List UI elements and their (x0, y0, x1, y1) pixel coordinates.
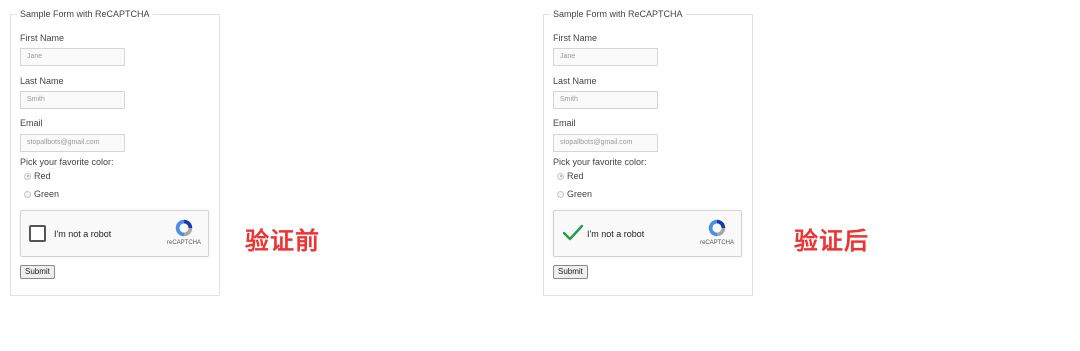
recaptcha-label: I'm not a robot (54, 229, 112, 239)
recaptcha-widget: I'm not a robot reCAPTCHA (20, 210, 209, 257)
caption-before: 验证前 (245, 227, 320, 255)
last-name-label: Last Name (20, 76, 64, 86)
submit-button[interactable]: Submit (553, 265, 588, 279)
last-name-input[interactable]: Smith (20, 91, 125, 109)
color-prompt: Pick your favorite color: (20, 157, 114, 167)
recaptcha-label: I'm not a robot (587, 229, 645, 239)
first-name-label: First Name (20, 33, 65, 43)
radio-green-label: Green (34, 189, 60, 199)
radio-red-label: Red (567, 171, 584, 181)
recaptcha-logo-icon (708, 219, 726, 237)
radio-red-button[interactable] (24, 172, 31, 180)
radio-green[interactable]: Green (557, 189, 592, 199)
radio-red-label: Red (34, 171, 51, 181)
recaptcha-checkbox[interactable] (29, 225, 46, 242)
email-label: Email (553, 118, 576, 128)
first-name-input[interactable]: Jane (553, 48, 658, 66)
recaptcha-brand: reCAPTCHA (700, 240, 735, 246)
first-name-input[interactable]: Jane (20, 48, 125, 66)
radio-red[interactable]: Red (24, 171, 51, 181)
recaptcha-widget: I'm not a robot reCAPTCHA (553, 210, 742, 257)
submit-button[interactable]: Submit (20, 265, 55, 279)
first-name-label: First Name (553, 33, 598, 43)
radio-green[interactable]: Green (24, 189, 59, 199)
email-input[interactable]: stopallbots@gmail.com (20, 134, 125, 152)
email-input[interactable]: stopallbots@gmail.com (553, 134, 658, 152)
panel-before: Sample Form with ReCAPTCHA First Name Ja… (0, 0, 540, 351)
check-icon[interactable] (562, 223, 584, 243)
radio-green-label: Green (567, 189, 593, 199)
last-name-input[interactable]: Smith (553, 91, 658, 109)
email-label: Email (20, 118, 43, 128)
recaptcha-brand: reCAPTCHA (167, 240, 202, 246)
radio-red[interactable]: Red (557, 171, 584, 181)
form-legend: Sample Form with ReCAPTCHA (553, 9, 683, 19)
panel-after: Sample Form with ReCAPTCHA First Name Ja… (533, 0, 1073, 351)
recaptcha-logo-icon (175, 219, 193, 237)
last-name-label: Last Name (553, 76, 597, 86)
radio-red-button[interactable] (557, 172, 564, 180)
color-prompt: Pick your favorite color: (553, 157, 647, 167)
radio-green-button[interactable] (557, 190, 564, 198)
caption-after: 验证后 (794, 227, 869, 255)
radio-green-button[interactable] (24, 190, 31, 198)
form-legend: Sample Form with ReCAPTCHA (20, 9, 150, 19)
